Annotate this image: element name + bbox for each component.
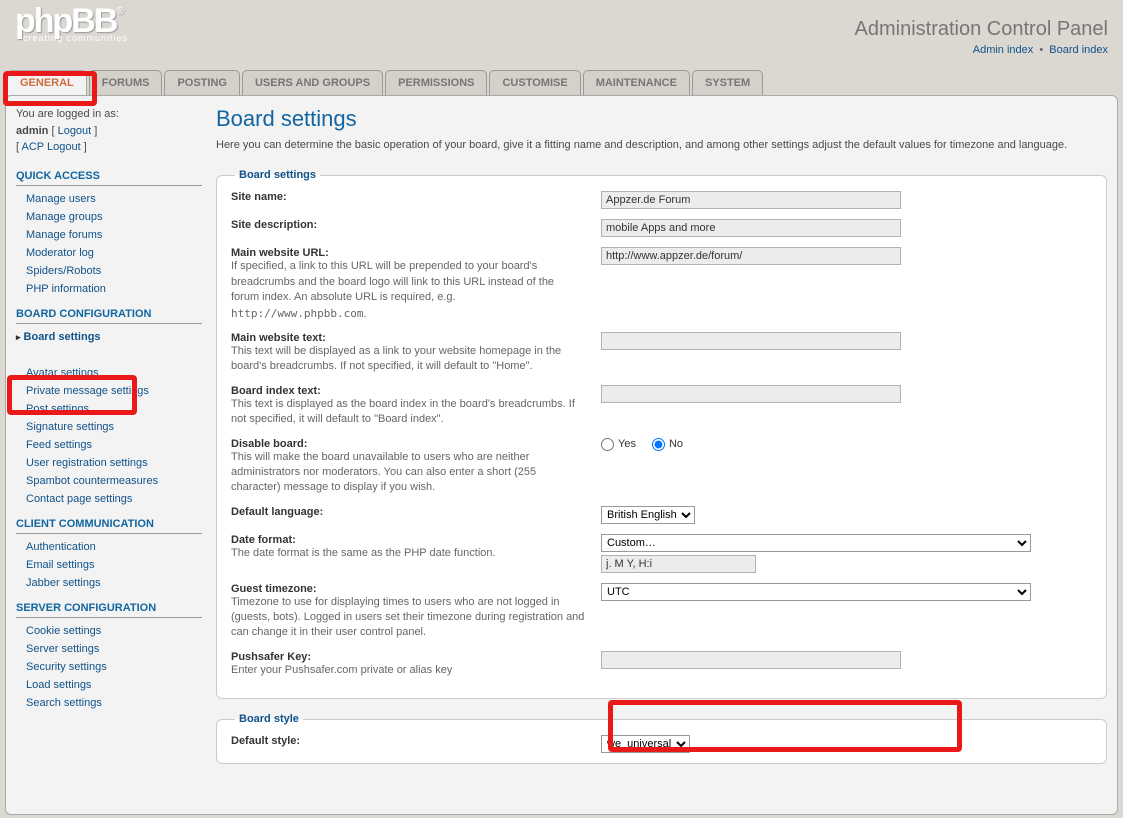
sidebar-post-settings[interactable]: Post settings xyxy=(26,403,89,415)
sidebar-avatar-settings[interactable]: Avatar settings xyxy=(26,367,99,379)
quick-access-list: Manage users Manage groups Manage forums… xyxy=(16,190,202,298)
header-right: Administration Control Panel Admin index… xyxy=(855,18,1108,56)
pushsafer-key-input[interactable] xyxy=(601,651,901,669)
sidebar-user-reg-settings[interactable]: User registration settings xyxy=(26,457,148,469)
disable-yes-label: Yes xyxy=(618,438,636,450)
default-lang-select[interactable]: British English xyxy=(601,506,695,524)
disable-board-label: Disable board: xyxy=(231,438,307,450)
sidebar-contact-page[interactable]: Contact page settings xyxy=(26,493,132,505)
sidebar-server-settings[interactable]: Server settings xyxy=(26,643,99,655)
date-format-input[interactable] xyxy=(601,555,756,573)
board-settings-fieldset: Board settings Site name: Site descripti… xyxy=(216,169,1107,699)
tab-maintenance[interactable]: MAINTENANCE xyxy=(583,70,690,95)
sidebar-search-settings[interactable]: Search settings xyxy=(26,697,102,709)
sidebar-feed-settings[interactable]: Feed settings xyxy=(26,439,92,451)
main-url-input[interactable] xyxy=(601,247,901,265)
default-style-label: Default style: xyxy=(231,735,300,747)
logout-link[interactable]: Logout xyxy=(58,125,92,137)
tab-posting[interactable]: POSTING xyxy=(164,70,240,95)
content-area: Board settings Here you can determine th… xyxy=(216,106,1107,804)
sidebar-jabber-settings[interactable]: Jabber settings xyxy=(26,577,101,589)
board-style-fieldset: Board style Default style: we_universal xyxy=(216,713,1107,764)
fieldset-legend-board: Board settings xyxy=(235,169,320,181)
sidebar-spiders[interactable]: Spiders/Robots xyxy=(26,265,101,277)
username: admin xyxy=(16,125,48,137)
header: phpBB® creating communities Administrati… xyxy=(0,0,1123,70)
acp-title: Administration Control Panel xyxy=(855,18,1108,41)
sidebar-moderator-log[interactable]: Moderator log xyxy=(26,247,94,259)
main-text-label: Main website text: xyxy=(231,332,326,344)
board-index-input[interactable] xyxy=(601,385,901,403)
client-comm-list: Authentication Email settings Jabber set… xyxy=(16,538,202,592)
sidebar-php-info[interactable]: PHP information xyxy=(26,283,106,295)
login-info: You are logged in as: admin [ Logout ] [… xyxy=(16,106,202,156)
board-index-link[interactable]: Board index xyxy=(1049,44,1108,56)
disable-no-radio[interactable] xyxy=(652,438,665,451)
server-config-heading: SERVER CONFIGURATION xyxy=(16,602,202,618)
tab-permissions[interactable]: PERMISSIONS xyxy=(385,70,487,95)
server-config-list: Cookie settings Server settings Security… xyxy=(16,622,202,712)
tab-general[interactable]: GENERAL xyxy=(7,70,87,95)
board-config-list: Board settings Avatar settings Private m… xyxy=(16,328,202,508)
tab-customise[interactable]: CUSTOMISE xyxy=(489,70,580,95)
main-tabs: GENERAL FORUMS POSTING USERS AND GROUPS … xyxy=(0,70,1123,95)
sidebar-security-settings[interactable]: Security settings xyxy=(26,661,107,673)
sidebar-manage-users[interactable]: Manage users xyxy=(26,193,96,205)
admin-index-link[interactable]: Admin index xyxy=(973,44,1034,56)
client-comm-heading: CLIENT COMMUNICATION xyxy=(16,518,202,534)
date-format-label: Date format: xyxy=(231,534,296,546)
disable-yes-radio[interactable] xyxy=(601,438,614,451)
sidebar-board-settings[interactable]: Board settings xyxy=(24,331,101,343)
pushsafer-key-label: Pushsafer Key: xyxy=(231,651,311,663)
page-desc: Here you can determine the basic operati… xyxy=(216,138,1107,153)
tab-users-groups[interactable]: USERS AND GROUPS xyxy=(242,70,383,95)
board-index-label: Board index text: xyxy=(231,385,321,397)
site-desc-label: Site description: xyxy=(231,219,317,231)
main-content: You are logged in as: admin [ Logout ] [… xyxy=(5,95,1118,815)
sidebar-signature-settings[interactable]: Signature settings xyxy=(26,421,114,433)
main-url-label: Main website URL: xyxy=(231,247,329,259)
site-desc-input[interactable] xyxy=(601,219,901,237)
sidebar-load-settings[interactable]: Load settings xyxy=(26,679,91,691)
site-name-label: Site name: xyxy=(231,191,287,203)
guest-tz-select[interactable]: UTC xyxy=(601,583,1031,601)
logo[interactable]: phpBB® creating communities xyxy=(15,8,128,43)
tab-forums[interactable]: FORUMS xyxy=(89,70,163,95)
default-lang-label: Default language: xyxy=(231,506,323,518)
fieldset-legend-style: Board style xyxy=(235,713,303,725)
guest-tz-label: Guest timezone: xyxy=(231,583,317,595)
date-format-select[interactable]: Custom… xyxy=(601,534,1031,552)
sidebar-manage-forums[interactable]: Manage forums xyxy=(26,229,102,241)
disable-no-label: No xyxy=(669,438,683,450)
sidebar: You are logged in as: admin [ Logout ] [… xyxy=(16,106,216,804)
sidebar-spambot[interactable]: Spambot countermeasures xyxy=(26,475,158,487)
sidebar-pm-settings[interactable]: Private message settings xyxy=(26,385,149,397)
tab-system[interactable]: SYSTEM xyxy=(692,70,763,95)
sidebar-auth[interactable]: Authentication xyxy=(26,541,96,553)
board-config-heading: BOARD CONFIGURATION xyxy=(16,308,202,324)
quick-access-heading: QUICK ACCESS xyxy=(16,170,202,186)
sidebar-cookie-settings[interactable]: Cookie settings xyxy=(26,625,101,637)
default-style-select[interactable]: we_universal xyxy=(601,735,690,753)
page-title: Board settings xyxy=(216,106,1107,132)
acp-logout-link[interactable]: ACP Logout xyxy=(22,141,81,153)
sidebar-email-settings[interactable]: Email settings xyxy=(26,559,94,571)
main-text-input[interactable] xyxy=(601,332,901,350)
sidebar-manage-groups[interactable]: Manage groups xyxy=(26,211,102,223)
site-name-input[interactable] xyxy=(601,191,901,209)
